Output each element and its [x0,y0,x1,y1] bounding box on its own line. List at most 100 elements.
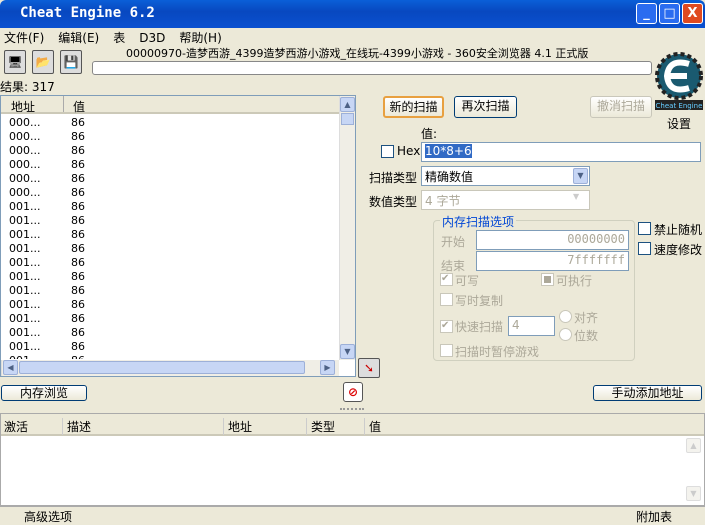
memory-view-button[interactable]: 内存浏览 [1,385,87,401]
row-address: 001... [9,354,41,359]
minimize-button[interactable]: _ [636,3,657,24]
row-address: 000... [9,158,41,171]
menu-help[interactable]: 帮助(H) [179,31,221,45]
executable-checkbox[interactable] [541,273,554,286]
align-radio[interactable] [559,310,572,323]
row-address: 001... [9,242,41,255]
process-title: 00000970-造梦西游_4399造梦西游小游戏_在线玩-4399小游戏 - … [126,47,589,60]
list-item[interactable]: 001... 86 [9,284,85,298]
list-item[interactable]: 001... 86 [9,326,85,340]
add-address-manually-button[interactable]: 手动添加地址 [593,385,702,401]
row-address: 001... [9,298,41,311]
column-type[interactable]: 类型 [306,418,335,435]
column-value[interactable]: 值 [364,418,381,435]
row-value: 86 [71,200,85,213]
disable-random-label: 禁止随机 [654,223,703,237]
list-item[interactable]: 001... 86 [9,340,85,354]
scroll-left-button[interactable]: ◀ [3,360,18,375]
list-item[interactable]: 001... 86 [9,214,85,228]
undo-scan-button[interactable]: 撤消扫描 [590,96,652,118]
fast-scan-label: 快速扫描 [455,320,504,334]
chevron-down-icon[interactable]: ▼ [573,192,579,201]
status-bar: 高级选项 附加表 [0,506,705,525]
menu-table[interactable]: 表 [113,31,125,45]
vertical-scrollbar[interactable]: ▲ ▼ [339,96,355,360]
memory-scan-options-title: 内存扫描选项 [440,213,517,230]
maximize-button[interactable]: □ [659,3,680,24]
column-active[interactable]: 激活 [4,418,28,435]
next-scan-button[interactable]: 再次扫描 [454,96,517,118]
scan-type-select[interactable]: 精确数值 ▼ [421,166,590,186]
save-icon[interactable]: 💾 [60,50,82,74]
advanced-options-link[interactable]: 高级选项 [24,508,72,525]
list-item[interactable]: 000... 86 [9,116,85,130]
row-value: 86 [71,326,85,339]
list-item[interactable]: 000... 86 [9,186,85,200]
scan-results-list[interactable]: 地址 值 000... 86 000... 86 000... 86 000... 86 000… [0,95,356,377]
fast-scan-input[interactable]: 4 [508,316,555,336]
disable-random-checkbox[interactable] [638,222,651,235]
column-description[interactable]: 描述 [62,418,91,435]
row-value: 86 [71,130,85,143]
last-digits-radio[interactable] [559,328,572,341]
list-item[interactable]: 000... 86 [9,158,85,172]
hscroll-thumb[interactable] [19,361,305,374]
list-item[interactable]: 001... 86 [9,298,85,312]
row-value: 86 [71,256,85,269]
list-item[interactable]: 001... 86 [9,256,85,270]
menu-file[interactable]: 文件(F) [4,31,44,45]
column-address[interactable]: 地址 [223,418,252,435]
scroll-down-button[interactable]: ▼ [686,486,701,501]
scroll-down-button[interactable]: ▼ [340,344,355,359]
horizontal-scrollbar[interactable]: ◀ ▶ [1,360,339,376]
chevron-down-icon[interactable]: ▼ [573,168,588,184]
list-item[interactable]: 000... 86 [9,130,85,144]
value-input[interactable]: 10*8+6 [421,142,701,162]
scroll-up-button[interactable]: ▲ [686,438,701,453]
splitter-handle[interactable] [340,408,364,410]
add-to-list-arrow-icon[interactable]: ➘ [358,358,380,378]
address-table[interactable]: 激活 描述 地址 类型 值 ▲ ▼ [0,413,705,506]
cheat-engine-logo[interactable]: Cheat Engine [653,50,705,112]
stop-icon[interactable]: ⊘ [343,382,363,402]
list-item[interactable]: 001... 86 [9,354,85,359]
speedhack-label: 速度修改 [654,243,703,257]
table-extras-link[interactable]: 附加表 [636,508,672,525]
fast-scan-checkbox[interactable]: ✔ [440,320,453,333]
menu-bar: 文件(F) 编辑(E) 表 D3D 帮助(H) [4,29,236,46]
value-type-select[interactable]: 4 字节 ▼ [421,190,590,210]
end-address-input[interactable]: 7fffffff [476,251,629,271]
pause-game-checkbox[interactable] [440,344,453,357]
scroll-right-button[interactable]: ▶ [320,360,335,375]
row-address: 001... [9,312,41,325]
row-value: 86 [71,340,85,353]
list-item[interactable]: 001... 86 [9,270,85,284]
list-item[interactable]: 001... 86 [9,242,85,256]
list-item[interactable]: 000... 86 [9,172,85,186]
close-button[interactable]: X [682,3,703,24]
start-address-input[interactable]: 00000000 [476,230,629,250]
open-process-icon[interactable]: 🖥 [4,50,26,74]
start-label: 开始 [441,235,466,249]
menu-edit[interactable]: 编辑(E) [58,31,99,45]
list-item[interactable]: 001... 86 [9,228,85,242]
open-file-icon[interactable]: 📂 [32,50,54,74]
list-item[interactable]: 001... 86 [9,200,85,214]
list-item[interactable]: 000... 86 [9,144,85,158]
column-address[interactable]: 地址 [11,98,35,115]
hex-checkbox[interactable] [381,145,394,158]
copy-on-write-label: 写时复制 [455,294,504,308]
row-address: 001... [9,270,41,283]
scroll-thumb[interactable] [341,113,354,125]
scroll-up-button[interactable]: ▲ [340,97,355,112]
copy-on-write-checkbox[interactable] [440,293,453,306]
new-scan-button[interactable]: 新的扫描 [383,96,444,118]
settings-label[interactable]: 设置 [667,115,691,132]
speedhack-checkbox[interactable] [638,242,651,255]
column-value[interactable]: 值 [73,98,85,115]
writable-checkbox[interactable]: ✔ [440,273,453,286]
value-type-label: 数值类型 [369,195,418,209]
address-table-body[interactable]: ▲ ▼ [1,436,704,505]
menu-d3d[interactable]: D3D [139,31,165,45]
list-item[interactable]: 001... 86 [9,312,85,326]
